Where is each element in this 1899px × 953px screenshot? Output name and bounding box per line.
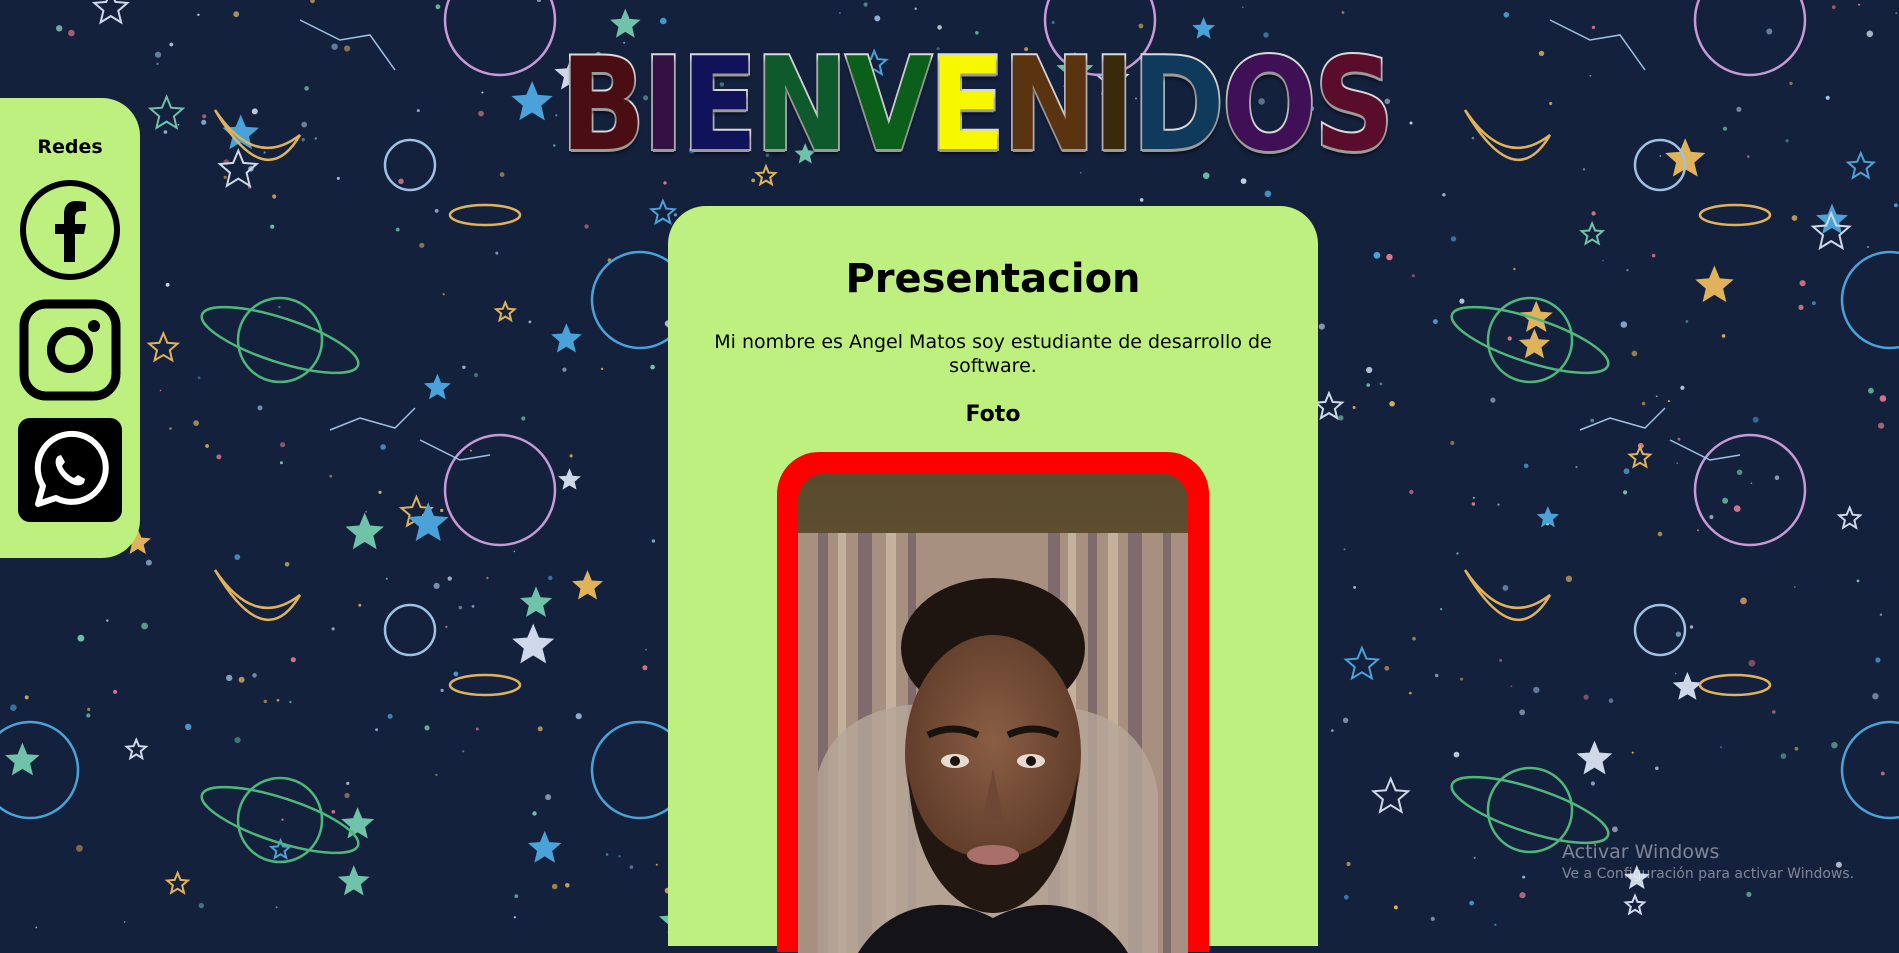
photo-heading: Foto: [965, 402, 1021, 427]
presentation-card: Presentacion Mi nombre es Angel Matos so…: [668, 206, 1318, 953]
social-sidebar: Redes: [0, 98, 140, 558]
profile-photo: [798, 473, 1188, 953]
title-letter: O: [1220, 31, 1318, 180]
watermark-line-2: Ve a Configuración para activar Windows.: [1562, 866, 1855, 882]
title-letter: N: [1001, 31, 1098, 180]
presentation-text: Mi nombre es Angel Matos soy estudiante …: [714, 331, 1272, 377]
presentation-title: Presentacion: [845, 256, 1141, 302]
title-letter: S: [1312, 31, 1396, 180]
title-letter: D: [1130, 31, 1226, 180]
title-letter: E: [680, 31, 760, 180]
instagram-link[interactable]: [18, 298, 122, 402]
sidebar-title: Redes: [37, 136, 103, 158]
welcome-title: BIENVENIDOS: [559, 31, 1396, 180]
whatsapp-link[interactable]: [18, 418, 122, 522]
title-letter: I: [641, 31, 686, 180]
windows-activation-watermark: Activar Windows Ve a Configuración para …: [1562, 840, 1854, 884]
watermark-line-1: Activar Windows: [1562, 841, 1720, 863]
facebook-link[interactable]: [18, 178, 122, 282]
facebook-icon: [20, 180, 120, 280]
title-letter: E: [927, 31, 1007, 180]
title-letter: I: [1092, 31, 1137, 180]
title-letter: B: [559, 31, 647, 180]
title-letter: N: [753, 31, 850, 180]
instagram-icon: [19, 299, 121, 401]
whatsapp-icon: [18, 418, 122, 522]
photo-frame: [777, 452, 1209, 953]
title-letter: V: [844, 31, 934, 180]
